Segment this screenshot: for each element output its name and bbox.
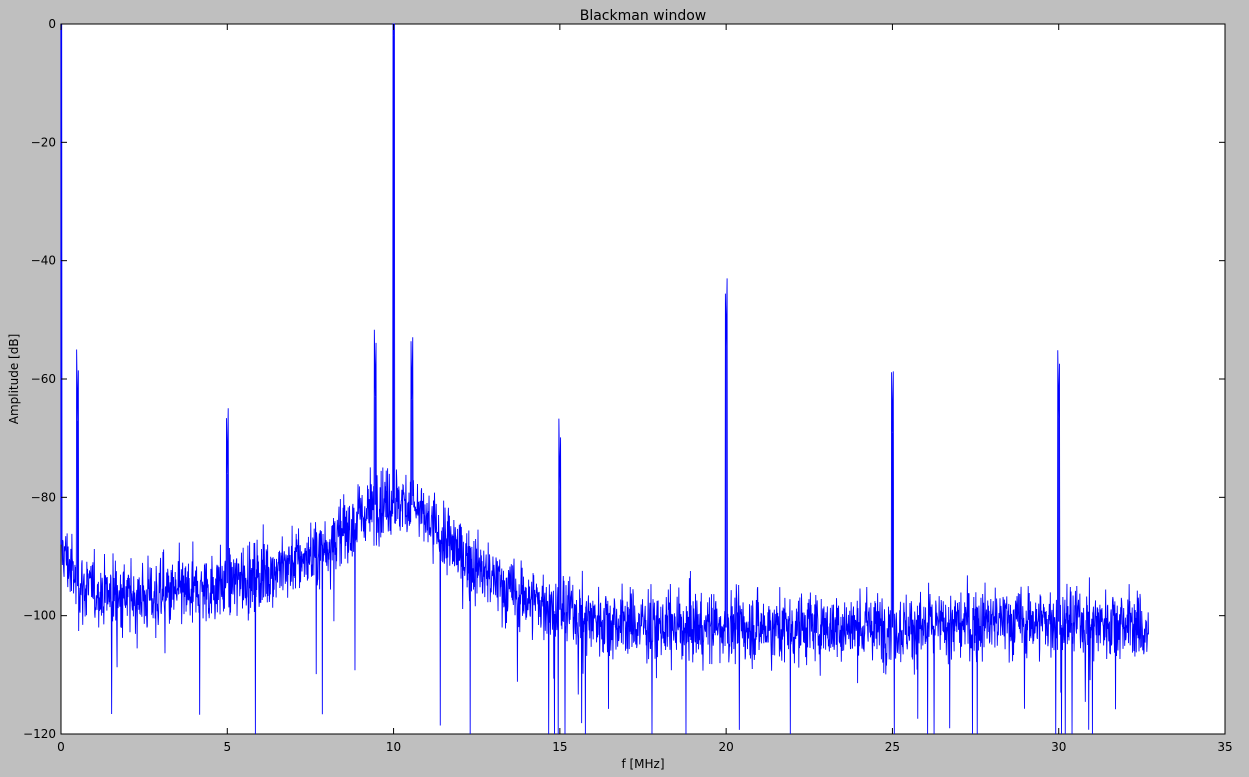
x-tick-label: 0 <box>57 740 65 754</box>
x-tick-label: 5 <box>223 740 231 754</box>
y-tick-label: −100 <box>23 609 56 623</box>
y-tick-label: −40 <box>31 254 56 268</box>
x-tick-label: 20 <box>719 740 734 754</box>
y-tick-label: −80 <box>31 490 56 504</box>
x-tick-label: 30 <box>1051 740 1066 754</box>
line-chart: 0 5 10 15 20 25 30 35 0 −20 −40 −60 −80 −100 −120 Blac… <box>7 8 1233 771</box>
y-axis-label: Amplitude [dB] <box>7 334 21 425</box>
y-tick-label: 0 <box>48 17 56 31</box>
y-tick-label: −20 <box>31 135 56 149</box>
y-tick-label: −60 <box>31 372 56 386</box>
x-tick-label: 10 <box>386 740 401 754</box>
x-axis-label: f [MHz] <box>621 757 664 771</box>
x-tick-label: 25 <box>885 740 900 754</box>
y-tick-label: −120 <box>23 727 56 741</box>
x-tick-label: 35 <box>1217 740 1232 754</box>
x-tick-label: 15 <box>552 740 567 754</box>
chart-figure: 0 5 10 15 20 25 30 35 0 −20 −40 −60 −80 −100 −120 Blac… <box>0 0 1249 777</box>
chart-title: Blackman window <box>580 8 707 24</box>
